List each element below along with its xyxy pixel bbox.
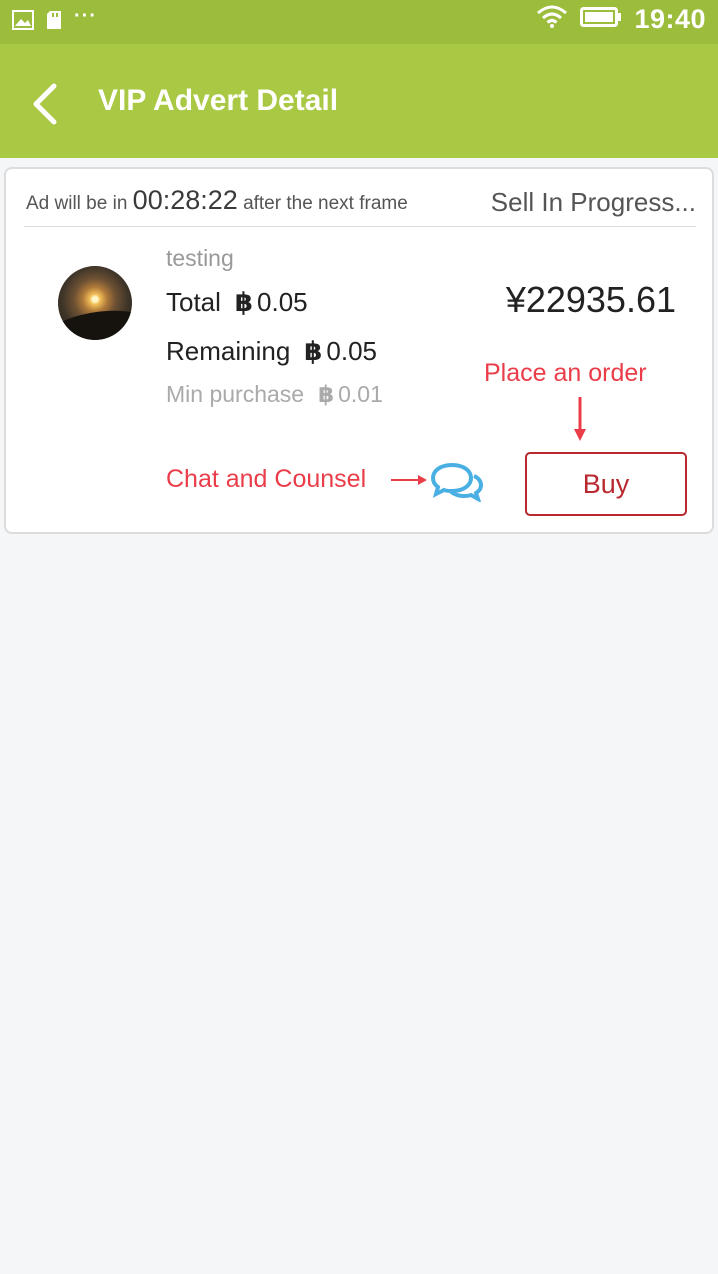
price: ¥22935.61: [505, 279, 676, 320]
advert-card: Ad will be in 00:28:22 after the next fr…: [4, 167, 714, 534]
arrow-down-icon: [574, 397, 586, 441]
bitcoin-icon: ฿: [318, 381, 335, 407]
bitcoin-icon: ฿: [304, 336, 323, 366]
min-purchase-value: 0.01: [338, 381, 383, 407]
remaining-amount: Remaining ฿ 0.05: [166, 336, 377, 367]
place-order-annotation: Place an order: [484, 359, 647, 387]
countdown-prefix: Ad will be in: [26, 193, 128, 214]
sd-card-icon: [46, 10, 62, 30]
status-bar-notifications: ···: [12, 6, 97, 30]
total-value: 0.05: [257, 287, 308, 317]
avatar[interactable]: [58, 266, 132, 340]
min-purchase: Min purchase ฿ 0.01: [166, 381, 383, 408]
page-title: VIP Advert Detail: [98, 84, 339, 117]
chat-button[interactable]: [430, 462, 484, 504]
total-label: Total: [166, 287, 221, 317]
more-notifications-icon: ···: [74, 5, 97, 27]
username: testing: [166, 245, 234, 271]
gallery-icon: [12, 10, 34, 30]
clock: 19:40: [634, 4, 706, 34]
back-button[interactable]: [26, 82, 66, 126]
remaining-label: Remaining: [166, 336, 291, 366]
countdown-text: Ad will be in 00:28:22 after the next fr…: [26, 185, 408, 216]
arrow-right-icon: [391, 475, 427, 485]
chat-bubbles-icon: [430, 462, 484, 504]
status-label: Sell In Progress...: [490, 187, 696, 217]
wifi-icon: [536, 5, 568, 34]
chevron-left-icon: [33, 83, 57, 125]
status-bar: ··· 19:40: [0, 0, 718, 44]
buy-button[interactable]: Buy: [525, 452, 687, 516]
total-amount: Total ฿ 0.05: [166, 287, 308, 318]
status-bar-system: 19:40: [536, 4, 706, 35]
countdown-time: 00:28:22: [132, 185, 238, 215]
advert-card-header: Ad will be in 00:28:22 after the next fr…: [24, 177, 696, 227]
min-purchase-label: Min purchase: [166, 381, 305, 407]
chat-counsel-annotation: Chat and Counsel: [166, 465, 367, 493]
remaining-value: 0.05: [326, 336, 377, 366]
battery-icon: [580, 6, 622, 33]
app-bar: VIP Advert Detail: [0, 44, 718, 158]
bitcoin-icon: ฿: [234, 287, 254, 317]
countdown-suffix: after the next frame: [243, 193, 408, 214]
